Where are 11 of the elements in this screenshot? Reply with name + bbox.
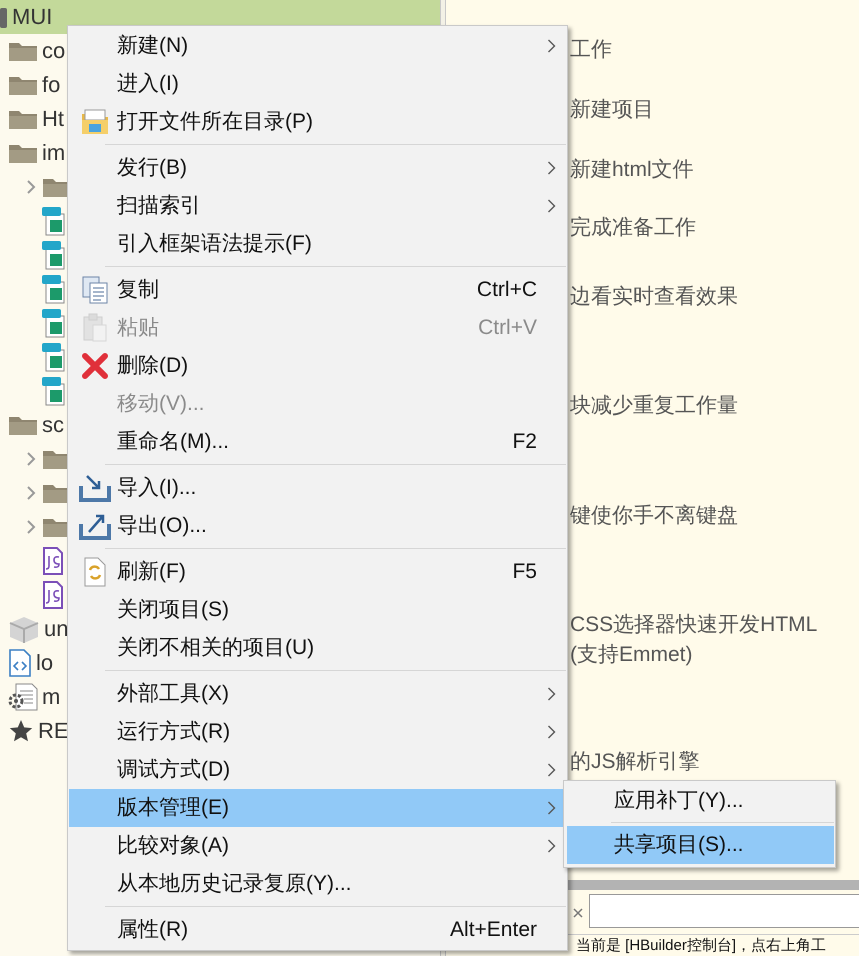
article-text: (支持Emmet) — [570, 642, 692, 668]
article-text: 新建项目 — [570, 97, 654, 123]
article-text: 边看实时查看效果 — [570, 284, 738, 310]
article-text: 新建html文件 — [570, 157, 694, 183]
article-text: 键使你手不离键盘 — [570, 503, 738, 529]
console-text: 当前是 [HBuilder控制台]，点右上角工 — [576, 937, 826, 955]
article-text: 工作 — [570, 37, 612, 63]
article-text: CSS选择器快速开发HTML — [570, 612, 818, 638]
article-text: 完成准备工作 — [570, 215, 696, 241]
article-text: 块减少重复工作量 — [570, 393, 738, 419]
article-text: 的JS解析引擎 — [570, 749, 700, 775]
